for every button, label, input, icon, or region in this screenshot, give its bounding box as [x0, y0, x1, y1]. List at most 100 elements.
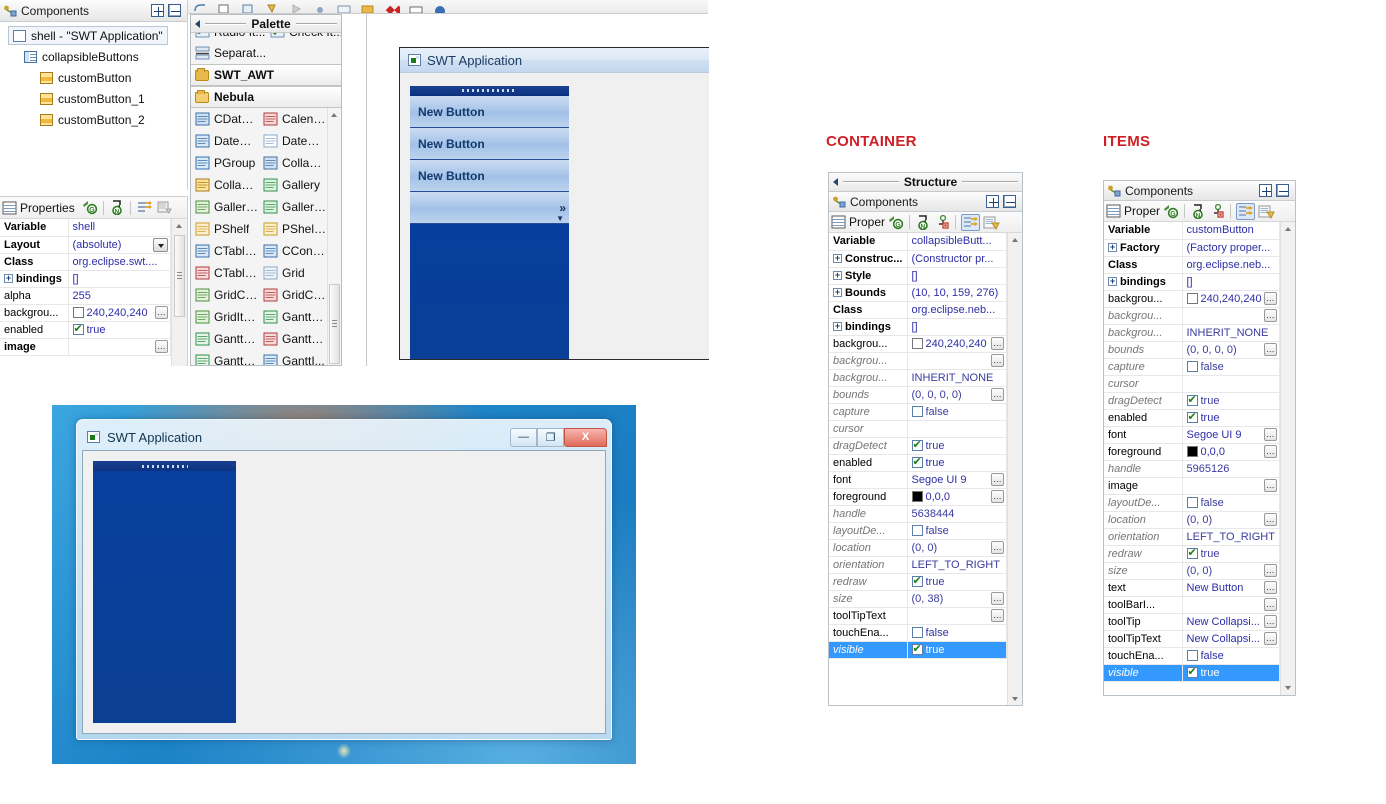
property-row[interactable]: redraw true — [1104, 545, 1280, 563]
property-row[interactable]: foreground 0,0,0… — [1104, 443, 1280, 461]
property-row[interactable]: location (0, 0)… — [829, 539, 1007, 557]
collapsible-overflow-button[interactable]: » ▼ — [410, 192, 569, 224]
restore-default-icon[interactable]: G — [1163, 204, 1179, 219]
property-checkbox[interactable] — [911, 406, 923, 417]
show-events-icon[interactable] — [961, 213, 981, 231]
palette-item[interactable]: Grid — [259, 262, 327, 284]
property-checkbox[interactable] — [911, 574, 923, 588]
expand-toggle-icon[interactable]: + — [833, 271, 842, 280]
property-row[interactable]: text New Button… — [1104, 579, 1280, 597]
property-row[interactable]: font Segoe UI 9… — [829, 471, 1007, 489]
property-row[interactable]: font Segoe UI 9… — [1104, 426, 1280, 444]
runtime-window[interactable]: SWT Application — ❐ X — [76, 419, 612, 740]
layout-icon[interactable] — [408, 3, 424, 13]
palette-item[interactable]: CTable... — [191, 262, 259, 284]
property-editor-button[interactable]: … — [1264, 581, 1277, 594]
property-row[interactable]: Class org.eclipse.swt.... — [0, 253, 171, 271]
expand-all-icon[interactable] — [1259, 184, 1272, 197]
property-row[interactable]: backgrou... 240,240,240… — [0, 304, 171, 322]
palette-item[interactable]: PShelf — [191, 218, 259, 240]
property-editor-button[interactable]: … — [991, 592, 1004, 605]
property-row[interactable]: + bindings [] — [0, 270, 171, 288]
property-row[interactable]: visible true — [1104, 664, 1280, 682]
property-row[interactable]: + Construc... (Constructor pr... — [829, 250, 1007, 268]
property-row[interactable]: + bindings [] — [829, 318, 1007, 336]
palette-item[interactable]: Gallery — [259, 174, 327, 196]
scroll-up-icon[interactable] — [172, 219, 187, 233]
expand-all-icon[interactable] — [151, 4, 164, 17]
runtime-titlebar[interactable]: SWT Application — ❐ X — [81, 424, 607, 450]
property-editor-button[interactable]: … — [1264, 479, 1277, 492]
property-row[interactable]: + bindings [] — [1104, 273, 1280, 291]
palette-cut-row[interactable]: Radio It... Check It... — [191, 33, 341, 42]
property-checkbox[interactable] — [1186, 497, 1198, 508]
property-editor-button[interactable]: … — [1264, 615, 1277, 628]
property-row[interactable]: toolTipText… — [829, 607, 1007, 625]
property-row[interactable]: toolTipText New Collapsi...… — [1104, 630, 1280, 648]
paste-icon[interactable] — [240, 3, 256, 13]
palette-item[interactable]: Radio It... — [191, 33, 266, 42]
property-editor-button[interactable]: … — [991, 541, 1004, 554]
scrollbar-thumb[interactable] — [329, 284, 340, 364]
tree-item[interactable]: customButton_2 — [8, 109, 187, 130]
property-row[interactable]: enabled true — [0, 321, 171, 339]
property-row[interactable]: image… — [0, 338, 171, 356]
property-row[interactable]: redraw true — [829, 573, 1007, 591]
property-row[interactable]: visible true — [829, 641, 1007, 659]
property-row[interactable]: handle 5638444 — [829, 505, 1007, 523]
property-row[interactable]: size (0, 0)… — [1104, 562, 1280, 580]
left-arrow-icon[interactable] — [833, 178, 838, 186]
property-checkbox[interactable] — [911, 525, 923, 536]
tree-item[interactable]: collapsibleButtons — [8, 46, 187, 67]
tree-item[interactable]: customButton — [8, 67, 187, 88]
goto-definition-icon[interactable] — [934, 214, 950, 230]
palette-item[interactable]: GanttC... — [259, 306, 327, 328]
property-row[interactable]: enabled true — [1104, 409, 1280, 427]
component-tree[interactable]: shell - "SWT Application" collapsibleButt… — [0, 22, 187, 130]
collapsible-button[interactable]: New Button — [410, 96, 569, 128]
property-row[interactable]: size (0, 38)… — [829, 590, 1007, 608]
widget-grip[interactable] — [93, 461, 236, 471]
expand-toggle-icon[interactable]: + — [4, 274, 13, 283]
tree-item[interactable]: customButton_1 — [8, 88, 187, 109]
show-events-icon[interactable] — [156, 200, 173, 215]
test-icon[interactable] — [264, 3, 280, 13]
container-properties-toolbar[interactable]: Proper G N — [829, 212, 1022, 233]
property-checkbox[interactable] — [1186, 410, 1198, 424]
property-checkbox[interactable] — [1186, 361, 1198, 372]
property-row[interactable]: backgrou...… — [829, 352, 1007, 370]
property-row[interactable]: Variable collapsibleButt... — [829, 233, 1007, 251]
properties-toolbar[interactable]: Properties G N — [0, 197, 187, 219]
show-events-icon-2[interactable] — [1258, 204, 1275, 219]
property-row[interactable]: cursor — [829, 420, 1007, 438]
design-shell-window[interactable]: SWT Application New Button New Button Ne… — [399, 47, 709, 360]
items-properties-toolbar[interactable]: Proper G N — [1104, 201, 1295, 222]
palette-item[interactable]: CConta... — [259, 240, 327, 262]
palette-item[interactable]: DateCh... — [259, 130, 327, 152]
property-row[interactable]: + Style [] — [829, 267, 1007, 285]
palette-item[interactable]: GridCol... — [191, 284, 259, 306]
scroll-up-icon[interactable] — [1008, 233, 1023, 247]
align-icon[interactable] — [312, 3, 328, 13]
folder-toolbar-icon[interactable] — [360, 3, 376, 13]
property-row[interactable]: Layout (absolute) — [0, 236, 171, 254]
property-row[interactable]: touchEna... false — [1104, 647, 1280, 665]
property-checkbox[interactable] — [911, 642, 923, 656]
property-row[interactable]: bounds (0, 0, 0, 0)… — [1104, 341, 1280, 359]
design-canvas[interactable]: SWT Application New Button New Button Ne… — [366, 14, 709, 366]
scroll-down-icon[interactable] — [1008, 692, 1023, 705]
tree-item[interactable]: shell - "SWT Application" — [8, 25, 187, 46]
property-checkbox[interactable] — [72, 322, 84, 336]
properties-table[interactable]: Variable shell Layout (absolute) Class org.ec… — [0, 219, 171, 356]
collapse-all-icon[interactable] — [1276, 184, 1289, 197]
property-editor-button[interactable]: … — [1264, 632, 1277, 645]
runtime-collapsible-buttons[interactable] — [93, 461, 236, 723]
widget-grip[interactable] — [410, 86, 569, 96]
scroll-up-icon[interactable] — [327, 108, 341, 122]
undo-icon[interactable] — [192, 3, 208, 13]
property-row[interactable]: bounds (0, 0, 0, 0)… — [829, 386, 1007, 404]
expand-toggle-icon[interactable]: + — [833, 254, 842, 263]
palette-category-nebula[interactable]: Nebula — [191, 86, 341, 108]
property-row[interactable]: Class org.eclipse.neb... — [829, 301, 1007, 319]
property-row[interactable]: toolTip New Collapsi...… — [1104, 613, 1280, 631]
